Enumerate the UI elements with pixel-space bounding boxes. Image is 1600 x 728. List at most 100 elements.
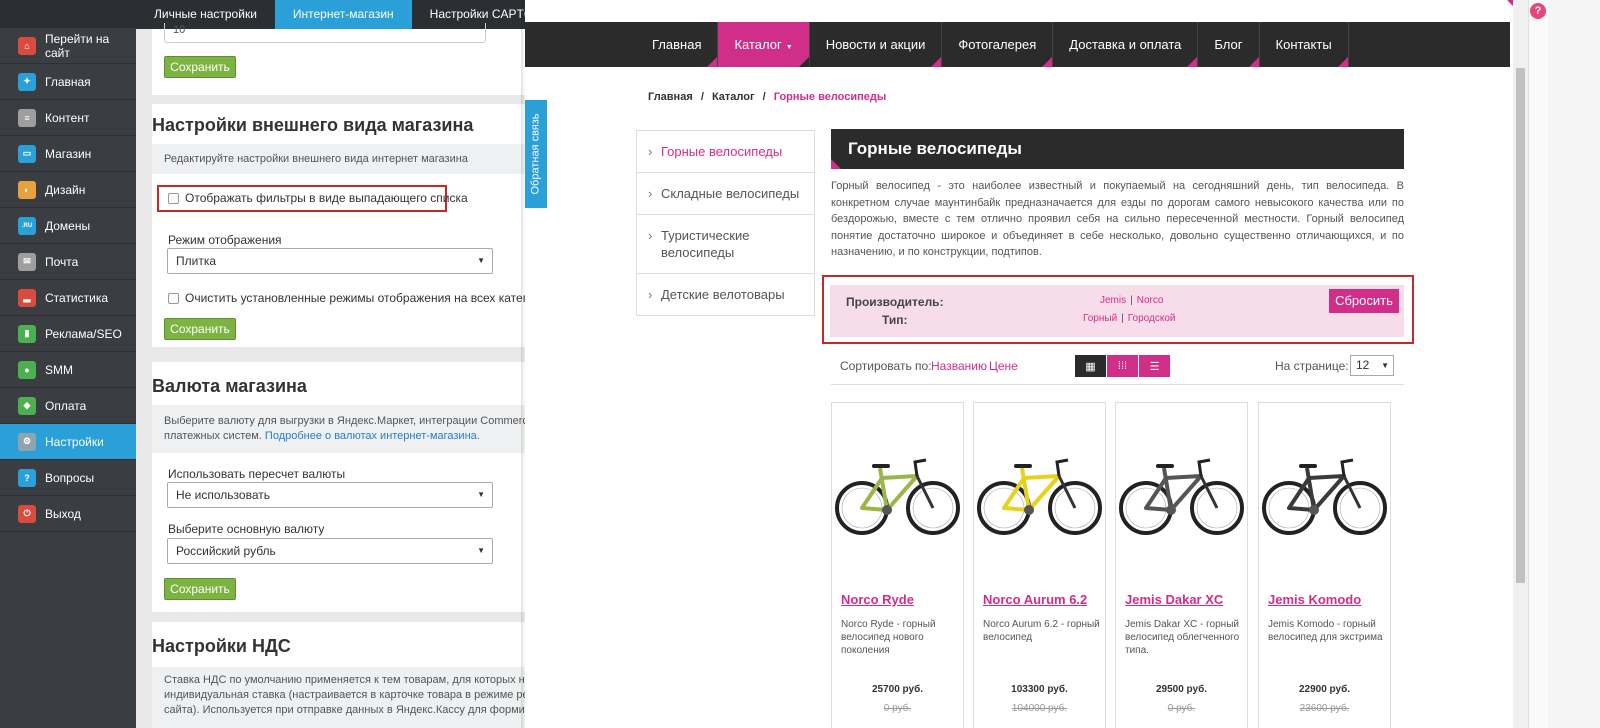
feedback-tab[interactable]: Обратная связь — [525, 100, 547, 208]
product-card[interactable]: Norco Aurum 6.2 Norco Aurum 6.2 - горный … — [973, 402, 1106, 728]
sidebar-item-6[interactable]: ✉ Почта — [0, 244, 136, 280]
view-list-button[interactable]: ☰ — [1139, 355, 1170, 377]
sidebar-item-11[interactable]: ⚙ Настройки — [0, 424, 136, 460]
appearance-title: Настройки внешнего вида магазина — [152, 115, 474, 135]
view-grid-button[interactable]: ⁞⁞⁞ — [1107, 355, 1138, 377]
nav-item-6[interactable]: Контакты — [1260, 22, 1349, 67]
sidebar-item-label: Контент — [45, 110, 90, 125]
sidebar-item-label: Почта — [45, 254, 79, 269]
display-mode-label: Режим отображения — [168, 233, 282, 247]
display-mode-select[interactable]: Плитка ▼ — [167, 248, 493, 274]
filter-value-norco[interactable]: Norco — [1137, 295, 1164, 306]
reset-filters-button[interactable]: Сбросить — [1329, 289, 1399, 313]
filters-dropdown-checkbox[interactable] — [168, 193, 179, 205]
outer-scrollbar[interactable] — [1528, 0, 1548, 728]
product-name-link[interactable]: Jemis Dakar XC — [1125, 592, 1223, 607]
product-price: 29500 руб. — [1155, 684, 1208, 695]
category-item-mountain[interactable]: › Горные велосипеды — [637, 131, 814, 173]
breadcrumb-catalog[interactable]: Каталог — [712, 91, 755, 103]
stats-icon: ▂ — [18, 288, 36, 307]
bicycle-image[interactable] — [974, 448, 1105, 538]
clear-modes-option[interactable]: Очистить установленные режимы отображени… — [168, 291, 559, 305]
nav-item-2[interactable]: Новости и акции — [810, 22, 943, 67]
sidebar-item-5[interactable]: .RU Домены — [0, 208, 136, 244]
sort-by-price-link[interactable]: Цене — [989, 359, 1018, 373]
nav-item-0[interactable]: Главная — [636, 22, 719, 67]
sidebar-item-9[interactable]: ● SMM — [0, 352, 136, 388]
category-description: Горный велосипед - это наиболее известны… — [831, 180, 1404, 258]
category-item-touring[interactable]: › Туристические велосипеды — [637, 215, 814, 274]
nav-corner-decoration — [1337, 57, 1348, 67]
save-button-top[interactable]: Сохранить — [164, 56, 236, 78]
sidebar-item-8[interactable]: ▮ Реклама/SEO — [0, 316, 136, 352]
chevron-right-icon: › — [648, 287, 653, 302]
product-card[interactable]: Jemis Komodo Jemis Komodo - горный велоси… — [1258, 402, 1391, 728]
currency-recalc-select[interactable]: Не использовать ▼ — [167, 482, 493, 508]
category-menu: › Горные велосипеды › Складные велосипеды … — [636, 130, 815, 316]
filter-value-jemis[interactable]: Jemis — [1100, 295, 1126, 306]
preview-scrollbar[interactable] — [1513, 0, 1528, 728]
clear-modes-label: Очистить установленные режимы отображени… — [185, 291, 560, 305]
main-nav: Главная Каталог ▼ Новости и акции Фотогалере… — [525, 22, 1510, 67]
nav-item-1[interactable]: Каталог ▼ — [718, 22, 810, 67]
bicycle-image[interactable] — [832, 448, 963, 538]
nav-item-5[interactable]: Блог — [1198, 22, 1260, 67]
filter-value-city[interactable]: Городской — [1128, 313, 1176, 324]
nav-item-4[interactable]: Доставка и оплата — [1053, 22, 1199, 67]
nav-item-label: Контакты — [1275, 37, 1332, 52]
save-button-appearance[interactable]: Сохранить — [164, 318, 236, 340]
feedback-label: Обратная связь — [530, 113, 543, 195]
nav-item-3[interactable]: Фотогалерея — [942, 22, 1054, 67]
sidebar-item-10[interactable]: ◆ Оплата — [0, 388, 136, 424]
sidebar-item-4[interactable]: ◐ Дизайн — [0, 172, 136, 208]
top-number-field[interactable]: 10 — [164, 23, 486, 43]
sort-bar: Сортировать по: Названию Цене ▦ ⁞⁞⁞ ☰ На… — [831, 355, 1404, 385]
select-arrow-icon: ▼ — [477, 490, 485, 499]
category-item-folding[interactable]: › Складные велосипеды — [637, 173, 814, 215]
category-item-kids[interactable]: › Детские велотовары — [637, 274, 814, 315]
vat-desc-line2: индивидуальная ставка (настраивается в к… — [164, 689, 535, 701]
sidebar-item-13[interactable]: ⏻ Выход — [0, 496, 136, 532]
help-icon[interactable]: ? — [1530, 3, 1546, 19]
scrollbar-thumb[interactable] — [1516, 68, 1525, 583]
category-label: Детские велотовары — [661, 287, 785, 302]
sidebar-item-2[interactable]: ≡ Контент — [0, 100, 136, 136]
sidebar-item-3[interactable]: ▭ Магазин — [0, 136, 136, 172]
product-card[interactable]: Norco Ryde Norco Ryde - горный велосипед … — [831, 402, 964, 728]
sidebar-item-12[interactable]: ? Вопросы — [0, 460, 136, 496]
bicycle-image[interactable] — [1116, 448, 1247, 538]
sidebar-item-label: SMM — [45, 362, 73, 377]
product-name-link[interactable]: Norco Ryde — [841, 592, 914, 607]
maker-filter-label: Производитель: — [846, 295, 944, 309]
filter-value-mountain[interactable]: Горный — [1083, 313, 1117, 324]
sidebar-item-0[interactable]: ⌂ Перейти на сайт — [0, 28, 136, 64]
breadcrumb-home[interactable]: Главная — [648, 91, 693, 103]
save-button-currency[interactable]: Сохранить — [164, 578, 236, 600]
currency-info-link[interactable]: Подробнее о валютах интернет-магазина. — [265, 430, 480, 442]
type-filter-label: Тип: — [882, 313, 908, 327]
site-preview: Главная Каталог ▼ Новости и акции Фотогалере… — [525, 0, 1582, 728]
grid-small-icon: ⁞⁞⁞ — [1117, 360, 1128, 372]
bicycle-image[interactable] — [1259, 448, 1390, 538]
product-name-link[interactable]: Jemis Komodo — [1268, 592, 1361, 607]
category-label: Горные велосипеды — [661, 144, 783, 159]
filters-dropdown-option[interactable]: Отображать фильтры в виде выпадающего сп… — [157, 185, 468, 212]
view-tiles-button[interactable]: ▦ — [1075, 355, 1106, 377]
document-icon: ≡ — [18, 108, 36, 127]
product-card[interactable]: Jemis Dakar XC Jemis Dakar XC - горный ве… — [1115, 402, 1248, 728]
per-page-select[interactable]: 12 ▼ — [1350, 355, 1394, 376]
vat-title: Настройки НДС — [152, 636, 291, 656]
product-old-price: 0 руб. — [1167, 703, 1196, 714]
nav-corner-decoration — [1187, 57, 1198, 67]
clear-modes-checkbox[interactable] — [168, 293, 179, 305]
mail-icon: ✉ — [18, 252, 36, 271]
grid-large-icon: ▦ — [1085, 360, 1096, 373]
sort-by-name-link[interactable]: Названию — [931, 359, 987, 373]
sort-label: Сортировать по: — [840, 359, 932, 373]
product-name-link[interactable]: Norco Aurum 6.2 — [983, 592, 1087, 607]
sidebar-item-1[interactable]: ✦ Главная — [0, 64, 136, 100]
main-currency-select[interactable]: Российский рубль ▼ — [167, 538, 493, 564]
sidebar-item-7[interactable]: ▂ Статистика — [0, 280, 136, 316]
currency-desc: Выберите валюту для выгрузки в Яндекс.Ма… — [152, 405, 536, 453]
sidebar-item-label: Вопросы — [45, 470, 95, 485]
